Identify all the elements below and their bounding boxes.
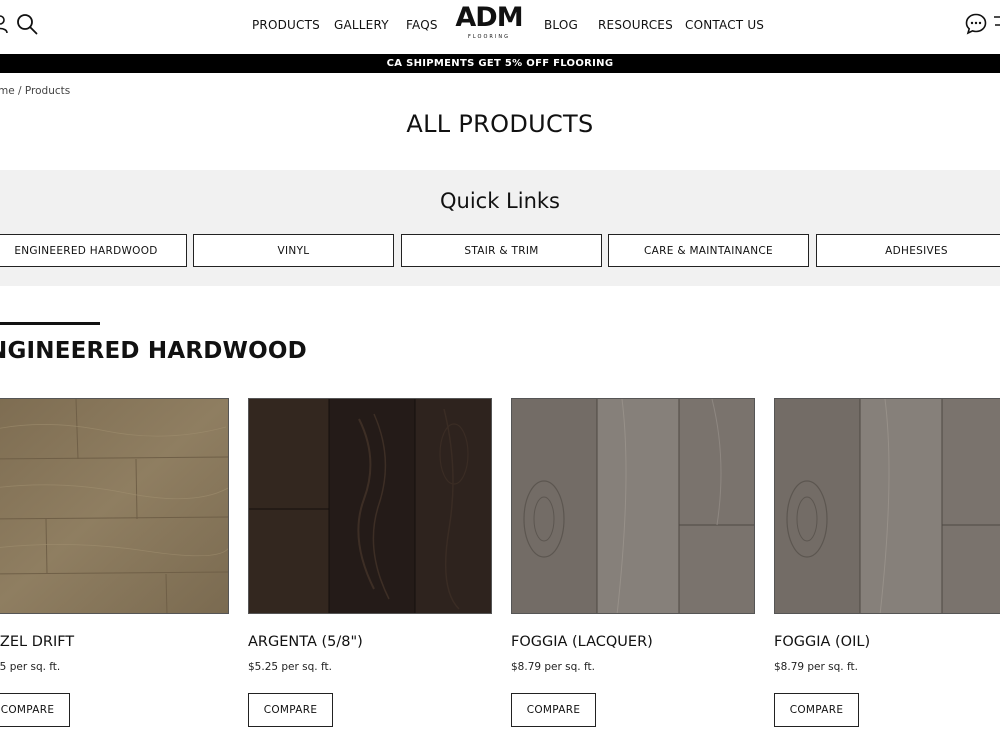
nav-gallery[interactable]: GALLERY bbox=[334, 18, 389, 32]
nav-products[interactable]: PRODUCTS bbox=[252, 18, 320, 32]
product-image[interactable] bbox=[248, 398, 492, 614]
section-divider bbox=[0, 322, 100, 325]
product-image[interactable] bbox=[774, 398, 1000, 614]
quick-link-care-maintainance[interactable]: CARE & MAINTAINANCE bbox=[608, 234, 809, 267]
product-name[interactable]: ARGENTA (5/8") bbox=[248, 634, 363, 650]
quick-link-vinyl[interactable]: VINYL bbox=[193, 234, 394, 267]
nav-blog[interactable]: BLOG bbox=[544, 18, 578, 32]
page-title: ALL PRODUCTS bbox=[406, 110, 594, 138]
user-icon[interactable] bbox=[0, 14, 8, 34]
cart-icon[interactable] bbox=[994, 13, 1000, 33]
breadcrumb[interactable]: me / Products bbox=[0, 85, 70, 97]
compare-button[interactable]: COMPARE bbox=[0, 693, 70, 727]
product-price: $8.79 per sq. ft. bbox=[774, 661, 858, 673]
promo-banner: CA SHIPMENTS GET 5% OFF FLOORING bbox=[0, 54, 1000, 73]
site-header: PRODUCTS GALLERY FAQS ADM FLOORING BLOG … bbox=[0, 0, 1000, 54]
compare-button[interactable]: COMPARE bbox=[248, 693, 333, 727]
product-name[interactable]: AZEL DRIFT bbox=[0, 634, 74, 650]
logo-subtext: FLOORING bbox=[468, 34, 510, 40]
product-name[interactable]: FOGGIA (LACQUER) bbox=[511, 634, 653, 650]
compare-button[interactable]: COMPARE bbox=[511, 693, 596, 727]
quick-links-title: Quick Links bbox=[439, 189, 560, 213]
product-price: 25 per sq. ft. bbox=[0, 661, 61, 673]
product-name[interactable]: FOGGIA (OIL) bbox=[774, 634, 870, 650]
section-title: NGINEERED HARDWOOD bbox=[0, 338, 307, 364]
product-price: $8.79 per sq. ft. bbox=[511, 661, 595, 673]
site-logo[interactable]: ADM FLOORING bbox=[449, 4, 529, 44]
quick-links-section: Quick Links ENGINEERED HARDWOOD VINYL ST… bbox=[0, 170, 1000, 286]
nav-resources[interactable]: RESOURCES bbox=[598, 18, 673, 32]
logo-text: ADM bbox=[455, 2, 523, 33]
search-icon[interactable] bbox=[16, 13, 38, 35]
nav-faqs[interactable]: FAQS bbox=[406, 18, 438, 32]
product-image[interactable] bbox=[0, 398, 229, 614]
chat-icon[interactable] bbox=[964, 12, 988, 36]
quick-link-adhesives[interactable]: ADHESIVES bbox=[816, 234, 1000, 267]
quick-link-stair-trim[interactable]: STAIR & TRIM bbox=[401, 234, 602, 267]
quick-link-engineered-hardwood[interactable]: ENGINEERED HARDWOOD bbox=[0, 234, 187, 267]
nav-contact-us[interactable]: CONTACT US bbox=[685, 18, 764, 32]
product-price: $5.25 per sq. ft. bbox=[248, 661, 332, 673]
product-image[interactable] bbox=[511, 398, 755, 614]
compare-button[interactable]: COMPARE bbox=[774, 693, 859, 727]
